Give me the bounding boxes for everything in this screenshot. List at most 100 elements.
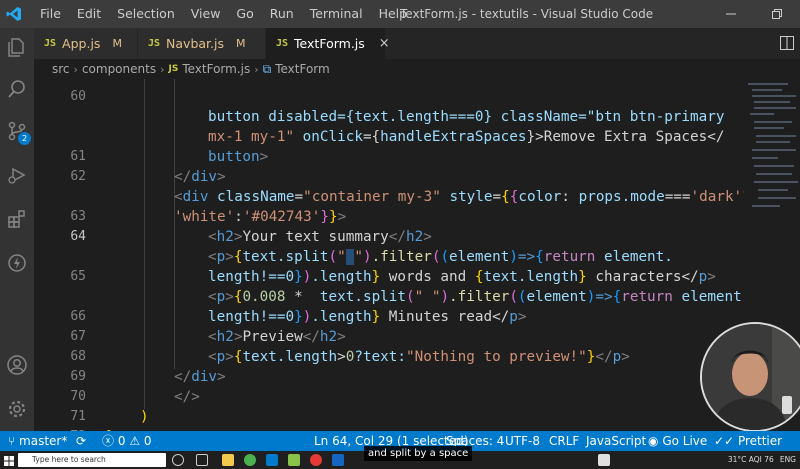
error-count: 0 (117, 434, 126, 448)
run-debug-icon[interactable] (0, 158, 34, 192)
search-icon[interactable] (0, 72, 34, 106)
minimap-line (754, 107, 796, 109)
tab-label: Navbar.js (166, 36, 224, 51)
minimap-line (754, 121, 792, 123)
menu-selection[interactable]: Selection (109, 0, 183, 28)
code-line: 62 <div className="container my-3" style… (34, 147, 744, 205)
encoding-status[interactable]: UTF-8 (505, 431, 540, 451)
code-line: length!==0}).length} words and {text.len… (208, 269, 716, 285)
minimap-line (758, 197, 796, 199)
explorer-icon[interactable] (0, 30, 34, 64)
breadcrumb-components[interactable]: components (82, 62, 156, 76)
modified-indicator: M (112, 37, 122, 50)
close-tab-icon[interactable]: × (379, 36, 390, 51)
minimap-line (752, 89, 782, 91)
code-line: 65 <p>{0.008 * text.split(" ").filter((e… (34, 247, 744, 305)
prettier-label: Prettier (737, 434, 783, 448)
editor-tab-bar: JS App.js M JS Navbar.js M JS TextForm.j… (34, 28, 800, 59)
live-share-icon[interactable] (0, 246, 34, 280)
activity-bar: 2 (0, 28, 34, 431)
language-indicator[interactable]: ENG (780, 451, 796, 469)
sync-icon[interactable]: ⟳ (76, 431, 86, 451)
account-icon[interactable] (0, 348, 34, 382)
minimize-icon (726, 13, 736, 15)
code-line-current: 64 <p>{text.split(" ").filter((element)=… (34, 207, 744, 265)
breadcrumb-src[interactable]: src (52, 62, 70, 76)
menu-run[interactable]: Run (262, 0, 302, 28)
restore-button[interactable] (754, 0, 800, 28)
system-tray: 31°C AQI 76 ENG (728, 451, 796, 469)
menu-file[interactable]: File (32, 0, 69, 28)
tab-navbar-js[interactable]: JS Navbar.js M (138, 28, 266, 59)
source-control-icon[interactable]: 2 (0, 114, 34, 148)
video-caption: and split by a space (364, 446, 473, 461)
app-icon[interactable] (598, 454, 610, 466)
minimap-line (754, 165, 794, 167)
minimap-line (752, 95, 796, 97)
menu-view[interactable]: View (183, 0, 229, 28)
minimap-line (750, 113, 774, 115)
javascript-file-icon: JS (276, 38, 289, 49)
error-icon: ⓧ (102, 434, 115, 448)
taskbar-search-input[interactable]: Type here to search (18, 453, 166, 467)
code-line: mx-1 my-1" onClick={handleExtraSpaces}>R… (34, 87, 744, 145)
chevron-right-icon: › (73, 62, 78, 76)
code-line: 67 <p>{text.length>0?text:"Nothing to pr… (34, 307, 744, 365)
minimap-line (754, 181, 798, 183)
minimap-line (752, 157, 778, 159)
vscode-taskbar-icon[interactable] (266, 454, 278, 466)
app-icon[interactable] (288, 454, 300, 466)
tab-textform-js[interactable]: JS TextForm.js × (266, 28, 390, 59)
presenter-avatar (702, 324, 800, 430)
minimap-line (752, 149, 796, 151)
branch-status[interactable]: ⑂ master* (8, 431, 67, 451)
modified-indicator: M (236, 37, 246, 50)
menu-terminal[interactable]: Terminal (302, 0, 371, 28)
line-ending-status[interactable]: CRLF (549, 431, 579, 451)
breadcrumb-file[interactable]: TextForm.js (182, 62, 250, 76)
window-title: TextForm.js - textutils - Visual Studio … (400, 7, 654, 21)
menu-edit[interactable]: Edit (69, 0, 109, 28)
task-view-icon[interactable] (196, 454, 208, 466)
code-line: 69 </> (34, 347, 744, 405)
webcam-overlay (700, 322, 800, 432)
minimap-line (754, 101, 790, 103)
minimap-line (754, 127, 784, 129)
minimap-line (758, 189, 788, 191)
weather-status[interactable]: 31°C AQI 76 (728, 451, 774, 469)
minimap-line (752, 205, 780, 207)
double-check-icon: ✓✓ (714, 434, 735, 448)
source-control-badge: 2 (18, 132, 31, 145)
file-explorer-icon[interactable] (222, 454, 234, 466)
code-line: 72 (34, 407, 744, 431)
settings-gear-icon[interactable] (0, 392, 34, 426)
extensions-icon[interactable] (0, 202, 34, 236)
code-line: 60 button disabled={text.length===0} cla… (34, 79, 744, 125)
chevron-right-icon: › (160, 62, 165, 76)
tab-label: TextForm.js (294, 36, 365, 51)
app-icon[interactable] (332, 454, 344, 466)
windows-start-icon[interactable] (4, 455, 14, 469)
prettier-status[interactable]: ✓✓ Prettier (714, 431, 782, 451)
cortana-icon[interactable] (172, 454, 184, 466)
chrome-icon[interactable] (244, 454, 256, 466)
go-live-button[interactable]: ◉ Go Live (648, 431, 707, 451)
app-icon[interactable] (310, 454, 322, 466)
problems-status[interactable]: ⓧ 0 ⚠ 0 (102, 431, 152, 451)
breadcrumb-symbol[interactable]: TextForm (275, 62, 330, 76)
title-bar: File Edit Selection View Go Run Terminal… (0, 0, 800, 28)
minimap-line (756, 135, 796, 137)
code-line: 63 <h2>Your text summary</h2> (34, 187, 744, 245)
symbol-component-icon: ⧉ (262, 61, 272, 76)
split-editor-icon[interactable] (780, 36, 794, 53)
code-line: 70 ) (34, 367, 744, 425)
vscode-logo-icon (0, 0, 28, 28)
tab-app-js[interactable]: JS App.js M (34, 28, 138, 59)
restore-icon (772, 9, 782, 19)
javascript-file-icon: JS (44, 38, 57, 49)
minimize-button[interactable] (708, 0, 754, 28)
language-mode[interactable]: JavaScript (586, 431, 646, 451)
minimap-line (756, 173, 792, 175)
code-editor[interactable]: 60 button disabled={text.length===0} cla… (34, 79, 744, 431)
menu-go[interactable]: Go (228, 0, 261, 28)
